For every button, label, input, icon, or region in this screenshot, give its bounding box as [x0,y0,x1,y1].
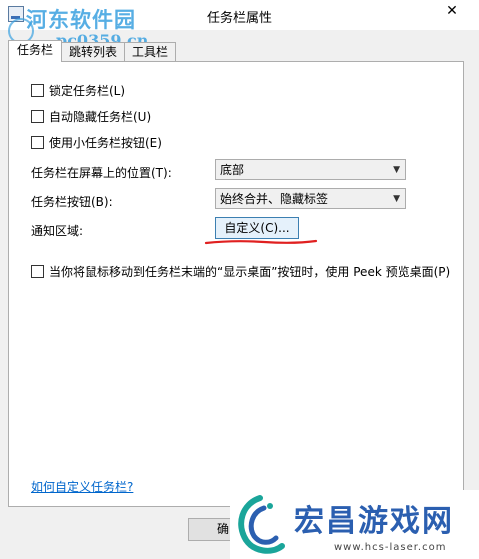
lock-taskbar-option[interactable]: 锁定任务栏(L) [31,82,125,99]
watermark-text: 河东软件园 [26,7,136,32]
small-buttons-checkbox[interactable] [31,136,44,149]
taskbar-tab-panel: 锁定任务栏(L) 自动隐藏任务栏(U) 使用小任务栏按钮(E) 任务栏在屏幕上的… [8,61,464,507]
taskbar-buttons-select[interactable]: 始终合并、隐藏标签 ▼ [215,188,406,209]
tab-toolbars[interactable]: 工具栏 [124,42,176,61]
notification-area-label: 通知区域: [31,224,84,238]
site-badge: 宏昌游戏网 www.hcs-laser.com [230,490,479,559]
small-buttons-label: 使用小任务栏按钮(E) [49,136,162,150]
taskbar-position-label: 任务栏在屏幕上的位置(T): [31,166,172,180]
taskbar-buttons-value: 始终合并、隐藏标签 [220,192,329,206]
taskbar-properties-window: 任务栏属性 ✕ 河东软件园 pc0359.cn 任务栏 跳转列表 工具栏 锁定任… [0,0,479,559]
lock-taskbar-label: 锁定任务栏(L) [49,84,126,98]
dragon-logo-icon [238,495,285,554]
badge-url: www.hcs-laser.com [334,542,447,553]
customize-taskbar-help-link[interactable]: 如何自定义任务栏? [31,478,133,495]
peek-checkbox[interactable] [31,265,44,278]
chevron-down-icon: ▼ [393,165,400,175]
peek-label: 当你将鼠标移动到任务栏末端的“显示桌面”按钮时，使用 Peek 预览桌面(P) [49,265,451,279]
lock-taskbar-checkbox[interactable] [31,84,44,97]
red-underline-annotation [204,239,318,245]
taskbar-buttons-label: 任务栏按钮(B): [31,195,113,209]
small-buttons-option[interactable]: 使用小任务栏按钮(E) [31,134,162,151]
taskbar-position-value: 底部 [220,163,245,177]
autohide-taskbar-label: 自动隐藏任务栏(U) [49,110,152,124]
customize-button[interactable]: 自定义(C)... [215,217,299,239]
badge-title: 宏昌游戏网 [294,504,454,539]
taskbar-position-select[interactable]: 底部 ▼ [215,159,406,180]
peek-option[interactable]: 当你将鼠标移动到任务栏末端的“显示桌面”按钮时，使用 Peek 预览桌面(P) [31,263,450,280]
close-button[interactable]: ✕ [434,0,470,24]
tab-jump-lists[interactable]: 跳转列表 [61,42,125,61]
chevron-down-icon: ▼ [393,194,400,204]
autohide-taskbar-option[interactable]: 自动隐藏任务栏(U) [31,108,151,125]
tab-taskbar[interactable]: 任务栏 [8,40,62,62]
autohide-taskbar-checkbox[interactable] [31,110,44,123]
